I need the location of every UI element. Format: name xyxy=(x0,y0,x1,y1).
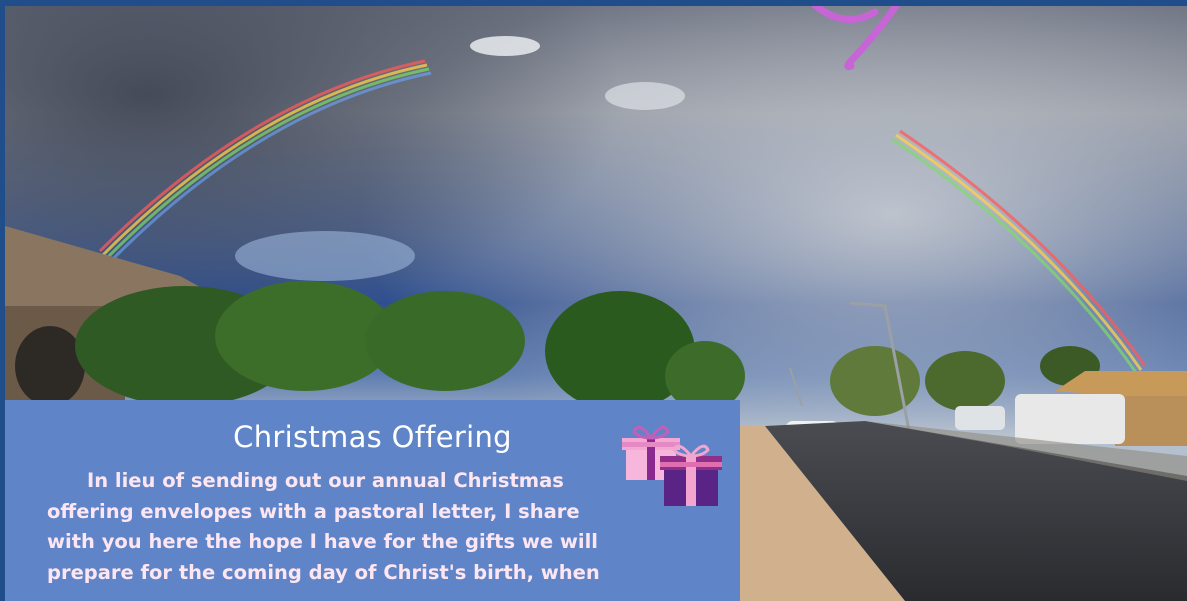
letter-line-3: with you here the hope I have for the gi… xyxy=(47,530,598,553)
page: { "offering": { "title": "Christmas Offe… xyxy=(0,0,1187,601)
script-flourish-icon xyxy=(811,6,901,70)
letter-line-1: In lieu of sending out our annual Christ… xyxy=(87,469,564,492)
offering-letter-text: In lieu of sending out our annual Christ… xyxy=(47,466,687,588)
letter-line-4: prepare for the coming day of Christ's b… xyxy=(47,560,600,584)
christmas-offering-panel: Christmas Offering In lieu of sending ou… xyxy=(5,400,740,601)
letter-line-2: offering envelopes with a pastoral lette… xyxy=(47,499,580,523)
